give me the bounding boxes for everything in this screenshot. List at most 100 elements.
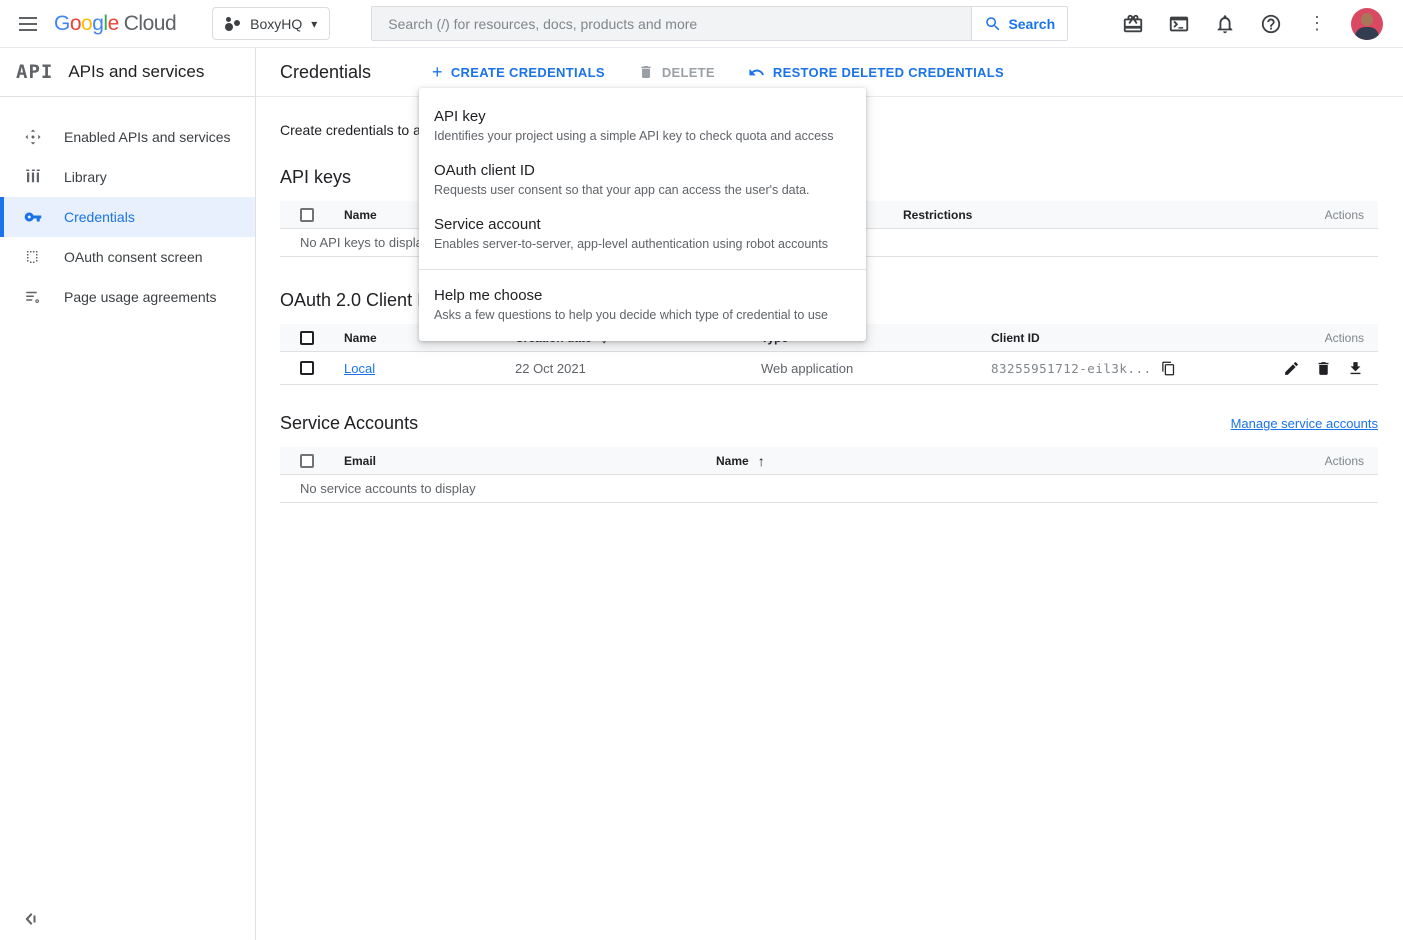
menu-divider xyxy=(419,269,866,270)
oauth-client-row: Local 22 Oct 2021 Web application 832559… xyxy=(280,352,1378,385)
select-all-checkbox[interactable] xyxy=(300,331,314,345)
account-avatar[interactable] xyxy=(1351,8,1383,40)
menu-item-description: Requests user consent so that your app c… xyxy=(434,183,851,197)
column-header-actions: Actions xyxy=(1260,208,1378,222)
gift-icon xyxy=(1122,13,1144,35)
create-credentials-button[interactable]: + CREATE CREDENTIALS xyxy=(432,63,605,81)
menu-item-oauth-client-id[interactable]: OAuth client ID Requests user consent so… xyxy=(419,153,866,207)
service-accounts-heading: Service Accounts xyxy=(280,413,418,434)
search-input[interactable] xyxy=(372,7,971,40)
select-all-checkbox[interactable] xyxy=(300,454,314,468)
service-accounts-table-header: Email Name ↑ Actions xyxy=(280,447,1378,475)
library-icon xyxy=(24,168,42,186)
sidebar-item-oauth-consent[interactable]: OAuth consent screen xyxy=(0,237,255,277)
column-header-client-id: Client ID xyxy=(991,331,1268,345)
oauth-client-type: Web application xyxy=(761,361,991,376)
google-cloud-logo[interactable]: Google Cloud xyxy=(54,12,176,36)
search-icon xyxy=(984,15,1002,33)
sidebar-item-label: Credentials xyxy=(64,209,135,225)
column-header-actions: Actions xyxy=(1268,331,1378,345)
search-button-label: Search xyxy=(1008,16,1055,32)
sidebar-item-label: Library xyxy=(64,169,107,185)
hamburger-icon xyxy=(19,17,37,31)
trash-icon xyxy=(1315,360,1332,377)
page-title: Credentials xyxy=(280,62,371,83)
row-checkbox[interactable] xyxy=(300,361,314,375)
download-oauth-client-button[interactable] xyxy=(1347,360,1364,377)
menu-item-title: Service account xyxy=(434,216,851,233)
column-header-restrictions: Restrictions xyxy=(903,208,1260,222)
menu-item-api-key[interactable]: API key Identifies your project using a … xyxy=(419,99,866,153)
topbar: Google Cloud BoxyHQ ▾ Search ⋮ xyxy=(0,0,1403,48)
delete-oauth-client-button[interactable] xyxy=(1315,360,1332,377)
column-header-actions: Actions xyxy=(1260,454,1378,468)
menu-item-title: API key xyxy=(434,108,851,125)
notifications-button[interactable] xyxy=(1213,12,1237,36)
chevron-down-icon: ▾ xyxy=(311,17,317,31)
menu-item-service-account[interactable]: Service account Enables server-to-server… xyxy=(419,207,866,261)
sidebar-item-page-usage[interactable]: Page usage agreements xyxy=(0,277,255,317)
restore-deleted-credentials-button[interactable]: RESTORE DELETED CREDENTIALS xyxy=(748,64,1004,81)
delete-label: DELETE xyxy=(662,65,715,80)
more-options-button[interactable]: ⋮ xyxy=(1305,12,1329,36)
collapse-sidebar-button[interactable] xyxy=(22,912,38,926)
oauth-client-id: 83255951712-eil3k... xyxy=(991,361,1152,376)
search-button[interactable]: Search xyxy=(971,7,1067,40)
menu-item-help-me-choose[interactable]: Help me choose Asks a few questions to h… xyxy=(419,278,866,332)
dashboard-icon xyxy=(24,128,42,146)
edit-oauth-client-button[interactable] xyxy=(1283,360,1300,377)
api-product-logo: API xyxy=(16,61,53,83)
service-accounts-empty-message: No service accounts to display xyxy=(280,475,1378,503)
sidebar-item-library[interactable]: Library xyxy=(0,157,255,197)
search-bar: Search xyxy=(371,6,1068,41)
menu-hamburger-button[interactable] xyxy=(14,10,42,38)
column-header-name[interactable]: Name ↑ xyxy=(716,453,1260,469)
sidebar-item-label: Page usage agreements xyxy=(64,289,217,305)
sidebar: API APIs and services Enabled APIs and s… xyxy=(0,48,256,940)
menu-item-description: Identifies your project using a simple A… xyxy=(434,129,851,143)
menu-item-title: Help me choose xyxy=(434,287,851,304)
menu-item-description: Enables server-to-server, app-level auth… xyxy=(434,237,851,251)
sidebar-item-enabled-apis[interactable]: Enabled APIs and services xyxy=(0,117,255,157)
copy-icon xyxy=(1161,361,1176,376)
page-actions: + CREATE CREDENTIALS DELETE RESTORE DELE… xyxy=(432,63,1004,81)
select-all-checkbox[interactable] xyxy=(300,208,314,222)
bell-icon xyxy=(1214,13,1236,35)
restore-label: RESTORE DELETED CREDENTIALS xyxy=(773,65,1004,80)
oauth-client-creation-date: 22 Oct 2021 xyxy=(515,361,761,376)
manage-service-accounts-link[interactable]: Manage service accounts xyxy=(1231,416,1378,431)
service-accounts-table: Email Name ↑ Actions No service accounts… xyxy=(280,447,1378,503)
sort-asc-icon: ↑ xyxy=(758,453,765,469)
sidebar-item-label: Enabled APIs and services xyxy=(64,129,231,145)
plus-icon: + xyxy=(432,63,443,81)
create-credentials-label: CREATE CREDENTIALS xyxy=(451,65,605,80)
topbar-actions: ⋮ xyxy=(1121,8,1403,40)
collapse-left-icon xyxy=(22,912,38,926)
copy-client-id-button[interactable] xyxy=(1161,361,1176,376)
terminal-icon xyxy=(1168,13,1190,35)
more-vert-icon: ⋮ xyxy=(1308,13,1326,34)
cloud-shell-button[interactable] xyxy=(1167,12,1191,36)
project-icon xyxy=(225,16,241,32)
project-selector[interactable]: BoxyHQ ▾ xyxy=(212,7,330,40)
sidebar-nav: Enabled APIs and services Library Creden… xyxy=(0,97,255,317)
sidebar-header: API APIs and services xyxy=(0,48,255,97)
download-icon xyxy=(1347,360,1364,377)
key-icon xyxy=(24,208,42,226)
help-button[interactable] xyxy=(1259,12,1283,36)
free-trial-gift-button[interactable] xyxy=(1121,12,1145,36)
menu-item-description: Asks a few questions to help you decide … xyxy=(434,308,851,322)
help-icon xyxy=(1260,13,1282,35)
project-name: BoxyHQ xyxy=(250,16,302,32)
cloud-logo-text: Cloud xyxy=(124,12,176,36)
service-accounts-heading-row: Service Accounts Manage service accounts xyxy=(280,413,1378,434)
list-settings-icon xyxy=(24,288,42,306)
oauth-client-name-link[interactable]: Local xyxy=(344,361,375,376)
menu-item-title: OAuth client ID xyxy=(434,162,851,179)
delete-button[interactable]: DELETE xyxy=(638,64,715,80)
pencil-icon xyxy=(1283,360,1300,377)
column-header-email: Email xyxy=(344,454,716,468)
sidebar-item-credentials[interactable]: Credentials xyxy=(0,197,255,237)
undo-icon xyxy=(748,64,765,81)
create-credentials-menu: API key Identifies your project using a … xyxy=(419,88,866,341)
